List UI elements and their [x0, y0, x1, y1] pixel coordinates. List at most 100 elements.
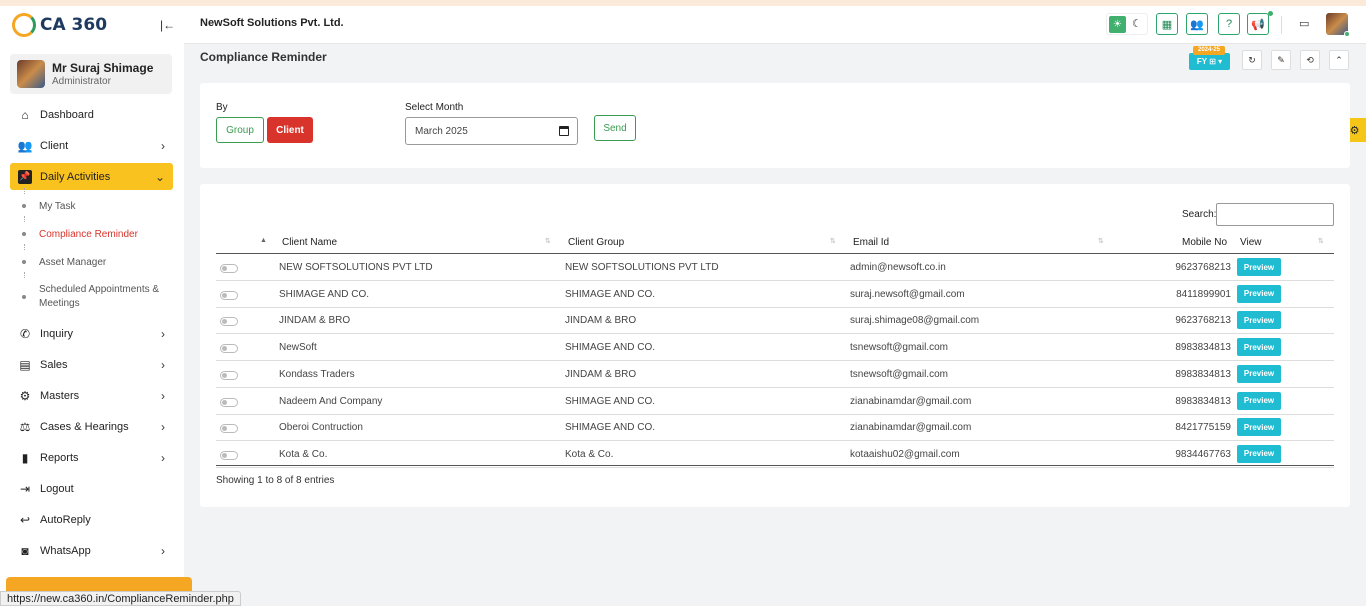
sidebar-item-label: Daily Activities: [40, 170, 111, 183]
preview-button[interactable]: Preview: [1237, 311, 1281, 330]
sort-icon[interactable]: ⇅: [545, 237, 551, 245]
notification-dot: [1268, 11, 1273, 16]
user-role: Administrator: [52, 76, 111, 87]
row-toggle-switch[interactable]: [220, 424, 238, 434]
sidebar-item-label: WhatsApp: [40, 544, 91, 557]
sidebar-item-label: Cases & Hearings: [40, 420, 129, 433]
sync-button[interactable]: ⟲: [1300, 50, 1320, 70]
row-toggle-switch[interactable]: [220, 317, 238, 327]
sidebar-item-reports[interactable]: ▮ Reports ›: [10, 442, 173, 473]
column-view[interactable]: View: [1240, 237, 1262, 248]
cell-mobile: 9834467763: [1175, 448, 1231, 460]
collapse-sidebar-icon[interactable]: |←: [160, 18, 175, 32]
sort-icon[interactable]: ⇅: [830, 237, 836, 245]
preview-button[interactable]: Preview: [1237, 338, 1281, 357]
theme-toggle[interactable]: ☀ ☾: [1106, 13, 1148, 35]
sidebar-item-sales[interactable]: ▤ Sales ›: [10, 349, 173, 380]
sidebar-item-client[interactable]: 👥 Client ›: [10, 130, 173, 161]
cell-client-name: Kondass Traders: [279, 368, 355, 380]
fy-label: FY ⊞ ▾: [1189, 53, 1230, 70]
preview-button[interactable]: Preview: [1237, 444, 1281, 463]
cell-client-group: SHIMAGE AND CO.: [565, 342, 656, 354]
column-client-name[interactable]: Client Name: [282, 237, 337, 248]
chevron-right-icon: ›: [161, 450, 165, 465]
search-label: Search:: [1182, 209, 1217, 220]
collapse-up-button[interactable]: ⌃: [1329, 50, 1349, 70]
cell-client-group: SHIMAGE AND CO.: [565, 422, 656, 434]
calendar-icon[interactable]: [559, 126, 569, 136]
cell-client-name: JINDAM & BRO: [279, 315, 351, 327]
help-button[interactable]: ?: [1218, 13, 1240, 35]
sidebar-item-label: AutoReply: [40, 513, 91, 526]
sidebar-item-inquiry[interactable]: ✆ Inquiry ›: [10, 318, 173, 349]
row-toggle-switch[interactable]: [220, 344, 238, 354]
sort-icon[interactable]: ▲: [260, 237, 267, 244]
cell-email: suraj.newsoft@gmail.com: [850, 288, 965, 300]
chat-icon[interactable]: ▭: [1299, 17, 1309, 30]
submenu-item-compliance-reminder[interactable]: Compliance Reminder: [22, 216, 173, 248]
cell-client-name: SHIMAGE AND CO.: [279, 288, 370, 300]
preview-button[interactable]: Preview: [1237, 258, 1281, 276]
preview-button[interactable]: Preview: [1237, 391, 1281, 410]
send-button[interactable]: Send: [594, 115, 636, 141]
column-client-group[interactable]: Client Group: [568, 237, 624, 248]
row-toggle-switch[interactable]: [220, 264, 238, 273]
row-toggle-switch[interactable]: [220, 397, 238, 407]
pin-button[interactable]: ✎: [1271, 50, 1291, 70]
group-button[interactable]: Group: [216, 117, 264, 143]
cell-mobile: 9623768213: [1175, 262, 1231, 273]
submenu-item-my-task[interactable]: My Task: [22, 188, 173, 220]
table-row: Kota & Co. Kota & Co. kotaaishu02@gmail.co…: [216, 441, 1334, 468]
user-profile[interactable]: Mr Suraj Shimage Administrator: [10, 54, 172, 94]
team-button[interactable]: 👥: [1186, 13, 1208, 35]
sidebar-item-dashboard[interactable]: ⌂ Dashboard: [10, 99, 173, 130]
row-toggle-switch[interactable]: [220, 450, 238, 460]
sync-icon: ⟲: [1306, 54, 1314, 65]
row-toggle-switch[interactable]: [220, 370, 238, 380]
users-icon: 👥: [17, 138, 33, 153]
preview-button[interactable]: Preview: [1237, 418, 1281, 437]
preview-button[interactable]: Preview: [1237, 284, 1281, 303]
sidebar-item-label: Inquiry: [40, 327, 74, 340]
sidebar-item-masters[interactable]: ⚙ Masters ›: [10, 380, 173, 411]
search-input[interactable]: [1216, 203, 1334, 226]
cell-mobile: 8983834813: [1175, 395, 1231, 407]
financial-year-selector[interactable]: FY ⊞ ▾ 2024-25: [1189, 46, 1230, 70]
sidebar-item-daily-activities[interactable]: 📌 Daily Activities ⌄: [10, 163, 173, 190]
table-row: Kondass Traders JINDAM & BRO tsnewsoft@gma…: [216, 361, 1334, 388]
cell-email: kotaaishu02@gmail.com: [850, 448, 960, 460]
row-toggle-switch[interactable]: [220, 290, 238, 300]
sidebar-item-logout[interactable]: ⇥ Logout: [10, 473, 173, 504]
company-name: NewSoft Solutions Pvt. Ltd.: [200, 17, 344, 29]
column-email[interactable]: Email Id: [853, 237, 889, 248]
cell-client-name: NewSoft: [279, 342, 317, 354]
sort-icon[interactable]: ⇅: [1098, 237, 1104, 245]
qr-icon: ▦: [1161, 18, 1173, 31]
sidebar-item-label: Masters: [40, 389, 80, 402]
moon-icon[interactable]: ☾: [1132, 17, 1142, 30]
qr-code-button[interactable]: ▦: [1156, 13, 1178, 35]
cell-client-name: Kota & Co.: [279, 448, 328, 460]
submenu-item-scheduled-appointments-meetings[interactable]: Scheduled Appointments & Meetings: [22, 272, 173, 318]
month-picker-input[interactable]: March 2025: [405, 117, 578, 145]
sidebar-item-whatsapp[interactable]: ◙ WhatsApp ›: [10, 535, 173, 566]
preview-button[interactable]: Preview: [1237, 364, 1281, 383]
refresh-button[interactable]: ↻: [1242, 50, 1262, 70]
sidebar-item-autoreply[interactable]: ↩ AutoReply: [10, 504, 173, 535]
client-button[interactable]: Client: [267, 117, 313, 143]
cell-email: admin@newsoft.co.in: [850, 262, 946, 273]
entries-info: Showing 1 to 8 of 8 entries: [216, 475, 335, 486]
sun-icon[interactable]: ☀: [1109, 16, 1126, 33]
sidebar-item-cases-hearings[interactable]: ⚖ Cases & Hearings ›: [10, 411, 173, 442]
column-mobile[interactable]: Mobile No: [1182, 237, 1227, 248]
daily-activities-submenu: My Task Compliance Reminder Asset Manager S…: [10, 188, 173, 318]
table-row: SHIMAGE AND CO. SHIMAGE AND CO. suraj.news…: [216, 281, 1334, 308]
sort-icon[interactable]: ⇅: [1318, 237, 1324, 245]
submenu-item-asset-manager[interactable]: Asset Manager: [22, 244, 173, 276]
top-header: NewSoft Solutions Pvt. Ltd. ☀ ☾ ▦ 👥 ? 📢 …: [184, 6, 1366, 44]
announcements-button[interactable]: 📢: [1247, 13, 1269, 35]
cell-client-group: JINDAM & BRO: [565, 368, 637, 380]
cell-client-group: SHIMAGE AND CO.: [565, 395, 656, 407]
pin-icon: 📌: [18, 169, 32, 184]
brand-logo[interactable]: CA 360: [12, 12, 107, 38]
